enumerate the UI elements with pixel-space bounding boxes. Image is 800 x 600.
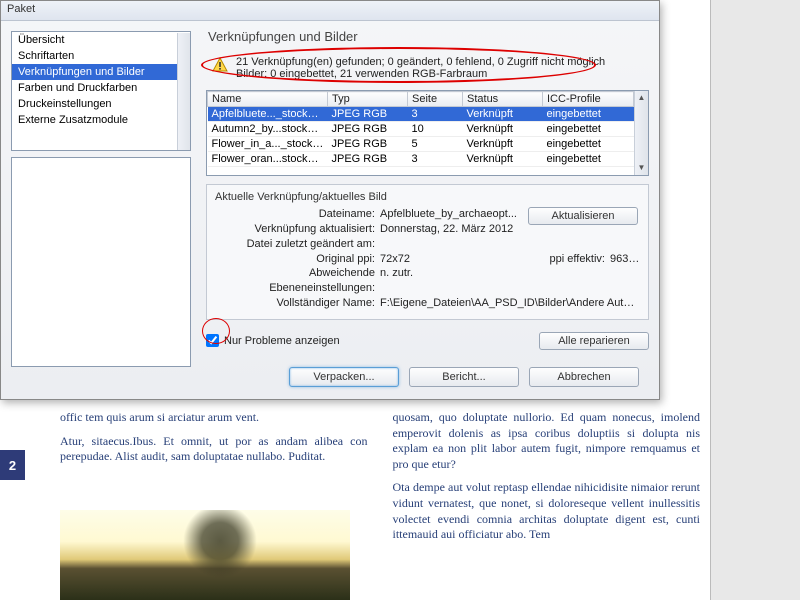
table-row[interactable]: Apfelbluete..._stocks.jpgJPEG RGB3Verknü…: [208, 107, 634, 122]
label-eff-ppi: ppi effektiv:: [480, 252, 610, 267]
col-type[interactable]: Typ: [328, 92, 408, 107]
warning-icon: [212, 57, 228, 73]
sidebar-item-colors[interactable]: Farben und Druckfarben: [12, 80, 190, 96]
table-scrollbar[interactable]: ▲ ▼: [634, 91, 648, 175]
value-fullpath: F:\Eigene_Dateien\AA_PSD_ID\Bilder\Ander…: [380, 296, 640, 311]
update-button[interactable]: Aktualisieren: [528, 207, 638, 225]
problems-only-checkbox-label[interactable]: Nur Probleme anzeigen: [206, 334, 340, 347]
label-layer: Abweichende Ebeneneinstellungen:: [215, 266, 380, 296]
cancel-button[interactable]: Abbrechen: [529, 367, 639, 387]
category-list[interactable]: Übersicht Schriftarten Verknüpfungen und…: [11, 31, 191, 151]
package-dialog: Paket Übersicht Schriftarten Verknüpfung…: [0, 0, 660, 400]
value-eff-ppi: 963x963: [610, 252, 640, 267]
label-fullpath: Vollständiger Name:: [215, 296, 380, 311]
label-orig-ppi: Original ppi:: [215, 252, 380, 267]
table-row[interactable]: Flower_oran...stocks.jpgJPEG RGB3Verknüp…: [208, 152, 634, 167]
label-filename: Dateiname:: [215, 207, 380, 222]
sidebar-item-links-images[interactable]: Verknüpfungen und Bilder: [12, 64, 190, 80]
col-status[interactable]: Status: [463, 92, 543, 107]
text-column-right: quosam, quo doluptate nullorio. Ed quam …: [393, 410, 701, 551]
problems-only-checkbox[interactable]: [206, 334, 219, 347]
placed-image: [60, 510, 350, 600]
table-row[interactable]: Autumn2_by...stocks.jpgJPEG RGB10Verknüp…: [208, 122, 634, 137]
summary-line2: Bilder: 0 eingebettet, 21 verwenden RGB-…: [236, 68, 645, 80]
scroll-up-icon[interactable]: ▲: [635, 91, 648, 105]
problems-only-text: Nur Probleme anzeigen: [224, 335, 340, 347]
value-orig-ppi: 72x72: [380, 252, 480, 267]
value-layer: n. zutr.: [380, 266, 640, 296]
dialog-titlebar[interactable]: Paket: [1, 1, 659, 21]
links-table[interactable]: Name Typ Seite Status ICC-Profile Apfelb…: [206, 90, 649, 176]
report-button[interactable]: Bericht...: [409, 367, 519, 387]
scroll-down-icon[interactable]: ▼: [635, 161, 648, 175]
sidebar-item-print[interactable]: Druckeinstellungen: [12, 96, 190, 112]
table-row[interactable]: Flower_in_a..._stocks.jpgJPEG RGB5Verknü…: [208, 137, 634, 152]
sidebar-item-plugins[interactable]: Externe Zusatzmodule: [12, 112, 190, 128]
summary-status: 21 Verknüpfung(en) gefunden; 0 geändert,…: [206, 54, 649, 84]
summary-line1: 21 Verknüpfung(en) gefunden; 0 geändert,…: [236, 56, 645, 68]
label-updated: Verknüpfung aktualisiert:: [215, 222, 380, 237]
link-details-panel: Aktuelle Verknüpfung/aktuelles Bild Aktu…: [206, 184, 649, 320]
sidebar-blank-area: [11, 157, 191, 367]
list-scrollbar[interactable]: [177, 33, 191, 151]
page-number-tab: 2: [0, 450, 25, 480]
label-modified: Datei zuletzt geändert am:: [215, 237, 380, 252]
panel-heading: Verknüpfungen und Bilder: [206, 29, 649, 44]
package-button[interactable]: Verpacken...: [289, 367, 399, 387]
repair-all-button[interactable]: Alle reparieren: [539, 332, 649, 350]
pasteboard: [710, 0, 800, 600]
col-name[interactable]: Name: [208, 92, 328, 107]
sidebar-item-overview[interactable]: Übersicht: [12, 32, 190, 48]
details-title: Aktuelle Verknüpfung/aktuelles Bild: [215, 191, 640, 203]
sidebar-item-fonts[interactable]: Schriftarten: [12, 48, 190, 64]
col-page[interactable]: Seite: [408, 92, 463, 107]
value-modified: [380, 237, 640, 252]
col-icc[interactable]: ICC-Profile: [543, 92, 634, 107]
